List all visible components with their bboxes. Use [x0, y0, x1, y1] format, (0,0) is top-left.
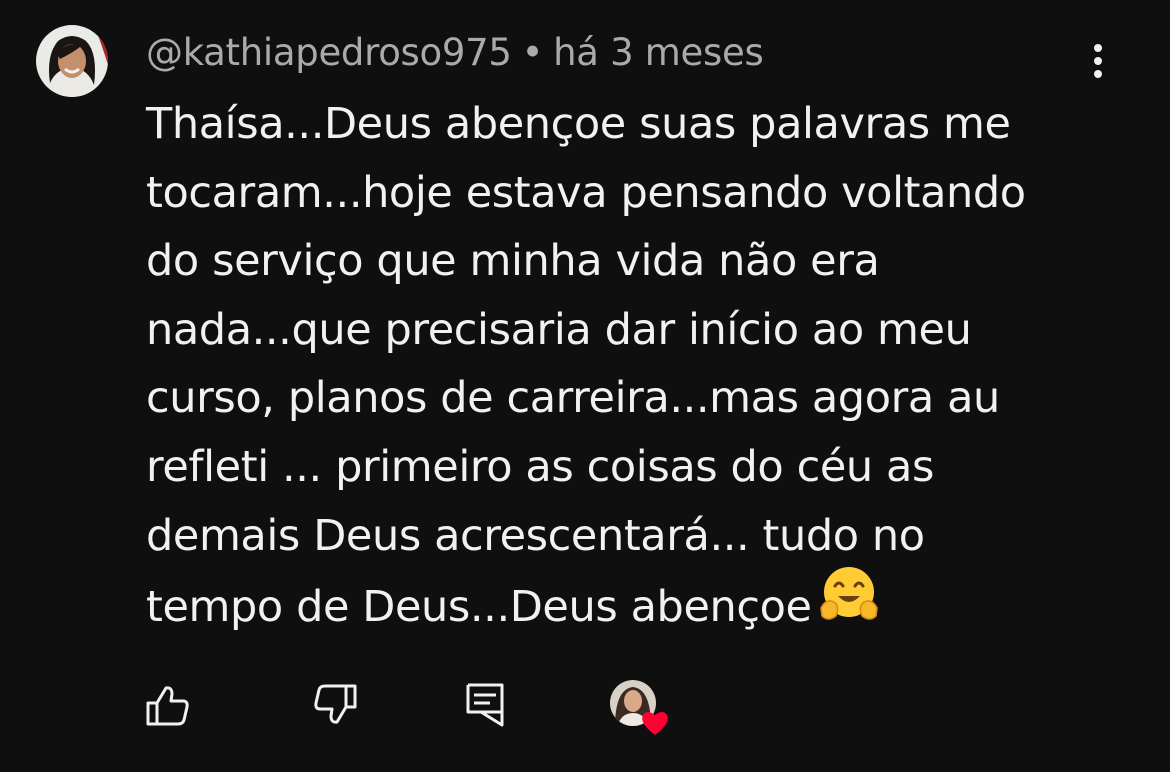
comment-line: curso, planos de carreira...mas agora au — [146, 373, 1000, 424]
hugging-face-emoji — [818, 564, 880, 643]
author-avatar[interactable] — [36, 25, 108, 97]
comment-line: refleti ... primeiro as coisas do céu as — [146, 441, 934, 492]
author-handle[interactable]: @kathiapedroso975 — [146, 31, 512, 74]
comment-line: do serviço que minha vida não era — [146, 236, 880, 287]
thumbs-up-icon — [146, 686, 189, 726]
thumbs-down-icon — [314, 684, 357, 724]
comment-text: Thaísa...Deus abençoe suas palavras me t… — [146, 90, 1106, 649]
more-options-icon[interactable] — [1081, 40, 1115, 84]
comment-line: nada...que precisaria dar início ao meu — [146, 304, 972, 355]
meta-separator: • — [521, 31, 544, 74]
creator-heart-badge — [609, 679, 673, 737]
comment-last-line: tempo de Deus...Deus abençoe — [146, 567, 1106, 649]
like-button[interactable] — [145, 682, 191, 728]
dislike-button[interactable] — [312, 682, 358, 728]
reply-comment-icon — [466, 683, 504, 727]
creator-heart-icon — [610, 680, 668, 735]
comment-line: demais Deus acrescentará... tudo no — [146, 510, 925, 561]
comment-time[interactable]: há 3 meses — [553, 31, 764, 74]
comment-header: @kathiapedroso975 • há 3 meses — [146, 30, 764, 76]
reply-button[interactable] — [463, 682, 509, 728]
comment-line: tocaram...hoje estava pensando voltando — [146, 167, 1026, 218]
comment-line: Thaísa...Deus abençoe suas palavras me — [146, 99, 1011, 149]
comment-line: tempo de Deus...Deus abençoe — [146, 581, 812, 632]
